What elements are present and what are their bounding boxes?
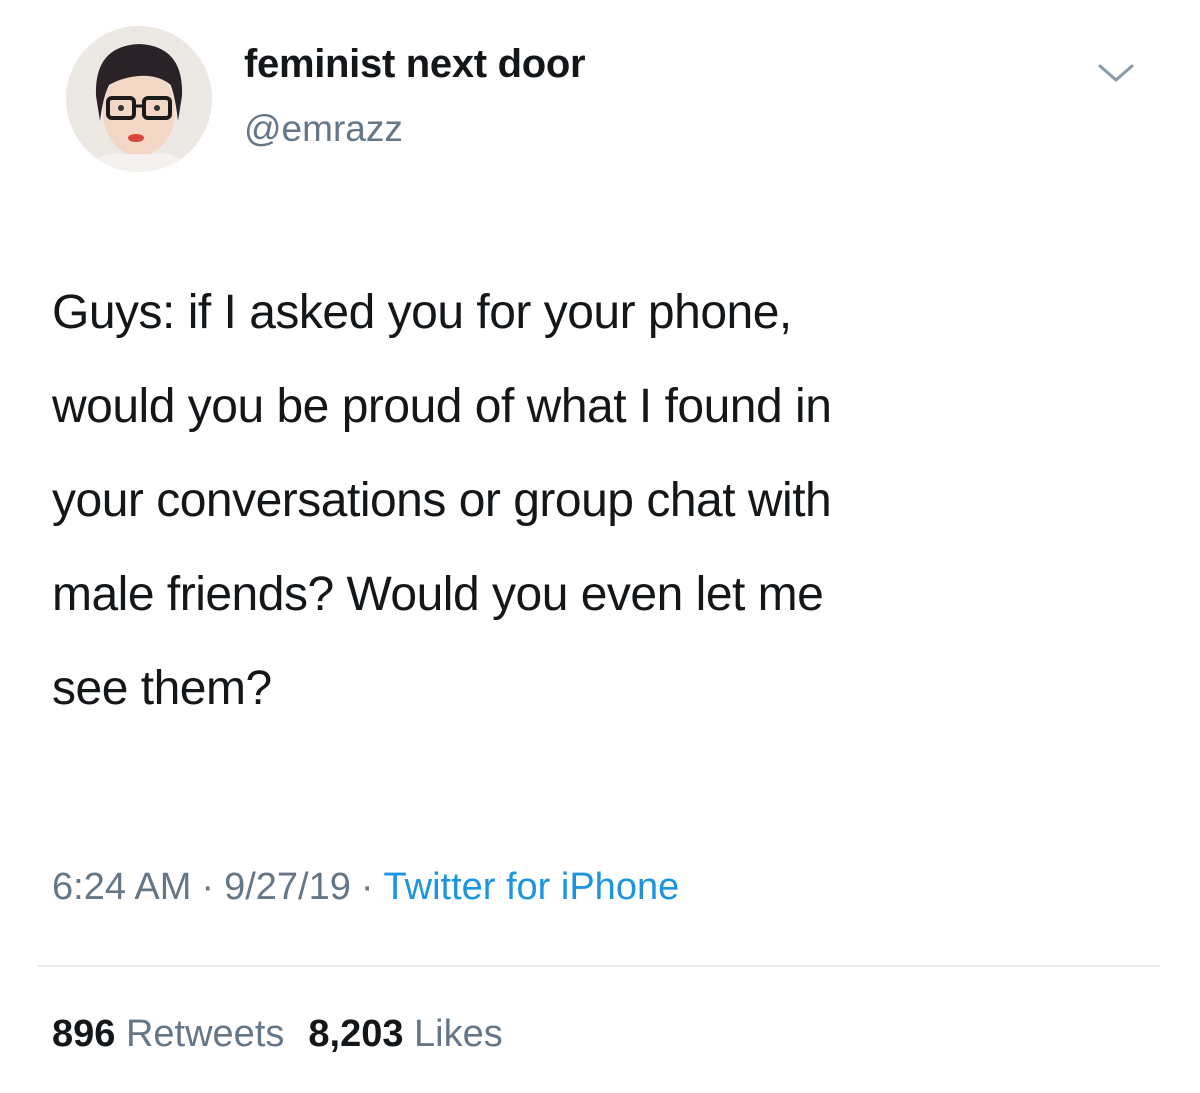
tweet-text-line: Guys: if I asked you for your phone,	[52, 286, 792, 339]
tweet-card: feminist next door @emrazz Guys: if I as…	[0, 0, 1200, 1093]
tweet-text-line: see them?	[52, 662, 272, 715]
avatar-image	[66, 26, 212, 172]
tweet-source-link[interactable]: Twitter for iPhone	[384, 866, 680, 908]
retweets-count: 896	[52, 1013, 116, 1055]
tweet-text-line: your conversations or group chat with	[52, 474, 832, 527]
meta-separator: ·	[360, 866, 374, 908]
divider	[38, 965, 1160, 967]
tweet-time[interactable]: 6:24 AM	[52, 866, 191, 908]
retweets-stat[interactable]: 896 Retweets	[52, 1013, 284, 1055]
tweet-text-line: male friends? Would you even let me	[52, 568, 824, 621]
tweet-stats: 896 Retweets 8,203 Likes	[52, 1013, 503, 1056]
likes-label: Likes	[414, 1013, 503, 1055]
retweets-label: Retweets	[125, 1013, 285, 1055]
likes-stat[interactable]: 8,203 Likes	[308, 1013, 502, 1055]
display-name[interactable]: feminist next door	[244, 42, 586, 87]
meta-separator: ·	[201, 866, 215, 908]
chevron-down-icon[interactable]	[1094, 58, 1138, 88]
tweet-date[interactable]: 9/27/19	[224, 866, 351, 908]
tweet-text-line: would you be proud of what I found in	[52, 380, 832, 433]
tweet-text: Guys: if I asked you for your phone, wou…	[52, 266, 1172, 736]
user-handle[interactable]: @emrazz	[244, 108, 403, 150]
tweet-meta: 6:24 AM · 9/27/19 · Twitter for iPhone	[52, 866, 679, 909]
avatar[interactable]	[66, 26, 212, 172]
likes-count: 8,203	[308, 1013, 404, 1055]
